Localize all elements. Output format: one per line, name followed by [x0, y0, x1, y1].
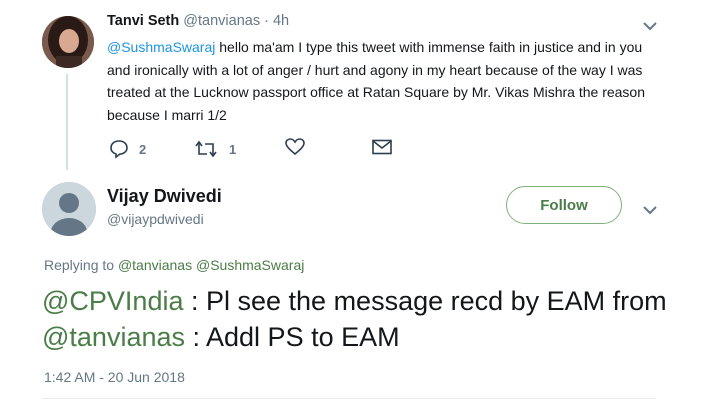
- retweet-count: 1: [229, 141, 237, 157]
- author-name[interactable]: Tanvi Seth: [107, 13, 179, 29]
- follow-button[interactable]: Follow: [506, 186, 622, 224]
- like-icon: [285, 137, 305, 161]
- avatar[interactable]: [42, 182, 96, 236]
- mention-link[interactable]: @SushmaSwaraj: [196, 257, 304, 273]
- divider: [42, 398, 656, 399]
- author-handle[interactable]: @tanvianas: [183, 13, 260, 29]
- mention-link[interactable]: @tanvianas: [42, 322, 185, 352]
- thread-line: [66, 74, 68, 170]
- reply-count: 2: [139, 141, 147, 157]
- retweet-action[interactable]: 1: [195, 138, 236, 160]
- mention-link[interactable]: @tanvianas: [118, 257, 192, 273]
- mention-link[interactable]: @CPVIndia: [42, 286, 183, 316]
- retweet-icon: [195, 140, 217, 158]
- chevron-down-icon[interactable]: [642, 202, 658, 220]
- tweet-text: @SushmaSwaraj hello ma'am I type this tw…: [107, 36, 667, 126]
- replying-to: Replying to @tanvianas @SushmaSwaraj: [44, 257, 304, 273]
- reply-action[interactable]: 2: [109, 138, 146, 160]
- message-icon: [372, 139, 392, 160]
- avatar[interactable]: [42, 16, 94, 68]
- replying-prefix: Replying to: [44, 257, 118, 273]
- like-action[interactable]: [285, 137, 305, 161]
- chevron-down-icon[interactable]: [642, 18, 658, 36]
- reply-body-2: : Addl PS to EAM: [185, 322, 400, 352]
- timestamp[interactable]: 1:42 AM - 20 Jun 2018: [44, 369, 185, 385]
- author-name[interactable]: Vijay Dwivedi: [107, 186, 222, 207]
- tweet-time[interactable]: 4h: [273, 13, 289, 29]
- message-action[interactable]: [372, 138, 392, 160]
- reply-icon: [109, 139, 129, 159]
- author-handle[interactable]: @vijaypdwivedi: [107, 211, 204, 227]
- reply-text: @CPVIndia : Pl see the message recd by E…: [42, 283, 692, 355]
- reply-body-1: : Pl see the message recd by EAM from: [183, 286, 667, 316]
- time-separator: ·: [260, 13, 273, 29]
- mention-link[interactable]: @SushmaSwaraj: [107, 39, 215, 55]
- author-line: Tanvi Seth @tanvianas · 4h: [107, 13, 289, 29]
